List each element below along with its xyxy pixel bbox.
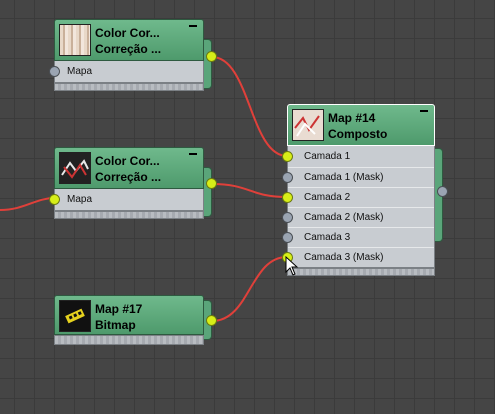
input-port[interactable] — [282, 151, 293, 162]
slot-label: Camada 3 — [304, 232, 351, 243]
composite-node[interactable]: Map #14 Composto Camada 1 Camada 1 (Mask… — [282, 104, 448, 278]
ribbon-texture-thumbnail — [59, 152, 91, 184]
slot-mapa[interactable]: Mapa — [49, 62, 203, 82]
slot-layer-3[interactable]: Camada 3 — [282, 227, 434, 247]
node-header[interactable]: Map #14 Composto — [287, 104, 435, 146]
wire-offscreen-to-cc2 — [0, 197, 56, 211]
output-tab — [204, 39, 212, 89]
input-port[interactable] — [282, 192, 293, 203]
node-footer — [54, 211, 204, 219]
node-slots: Camada 1 Camada 1 (Mask) Camada 2 Camada… — [282, 146, 435, 268]
node-subtitle: Bitmap — [95, 318, 136, 332]
node-footer — [287, 268, 435, 276]
input-port[interactable] — [282, 232, 293, 243]
input-port[interactable] — [282, 212, 293, 223]
input-port[interactable] — [49, 194, 60, 205]
slot-label: Camada 2 — [304, 192, 351, 203]
slot-label: Camada 1 — [304, 151, 351, 162]
slot-label: Mapa — [67, 194, 93, 205]
slot-label: Mapa — [67, 66, 93, 77]
node-title: Color Cor... — [95, 26, 160, 40]
node-header[interactable]: Color Cor... Correção ... — [54, 19, 204, 61]
slot-layer-2[interactable]: Camada 2 — [282, 187, 434, 207]
bitmap-node[interactable]: Map #17 Bitmap — [54, 295, 217, 347]
node-header[interactable]: Map #17 Bitmap — [54, 295, 204, 335]
node-title: Color Cor... — [95, 154, 160, 168]
slot-mapa[interactable]: Mapa — [49, 190, 203, 210]
node-header[interactable]: Color Cor... Correção ... — [54, 147, 204, 189]
output-tab — [204, 167, 212, 217]
output-port[interactable] — [206, 178, 217, 189]
minimize-icon[interactable] — [189, 25, 197, 27]
wire-cc1-to-layer1 — [211, 56, 288, 157]
node-subtitle: Correção ... — [95, 170, 162, 184]
node-title: Map #17 — [95, 302, 143, 316]
mouse-cursor-icon — [285, 256, 299, 276]
output-port[interactable] — [206, 51, 217, 62]
input-port[interactable] — [282, 172, 293, 183]
node-slots: Mapa — [49, 61, 204, 83]
slot-layer-2-mask[interactable]: Camada 2 (Mask) — [282, 207, 434, 227]
output-port[interactable] — [206, 315, 217, 326]
slot-layer-1[interactable]: Camada 1 — [282, 147, 434, 167]
slot-label: Camada 1 (Mask) — [304, 172, 384, 183]
input-port[interactable] — [49, 66, 60, 77]
color-correction-node-1[interactable]: Color Cor... Correção ... Mapa — [49, 19, 217, 95]
output-port[interactable] — [437, 186, 448, 197]
minimize-icon[interactable] — [189, 153, 197, 155]
slot-layer-3-mask[interactable]: Camada 3 (Mask) — [282, 247, 434, 267]
wood-texture-thumbnail — [59, 24, 91, 56]
slot-label: Camada 3 (Mask) — [304, 252, 384, 263]
slot-layer-1-mask[interactable]: Camada 1 (Mask) — [282, 167, 434, 187]
wire-bitmap-to-layer3mask — [211, 256, 288, 322]
node-subtitle: Composto — [328, 127, 388, 141]
slot-label: Camada 2 (Mask) — [304, 212, 384, 223]
node-subtitle: Correção ... — [95, 42, 162, 56]
node-title: Map #14 — [328, 111, 376, 125]
minimize-icon[interactable] — [420, 110, 428, 112]
wire-cc2-to-layer2 — [211, 183, 288, 198]
composite-texture-thumbnail — [292, 109, 324, 141]
bitmap-thumbnail — [59, 300, 91, 332]
node-slots: Mapa — [49, 189, 204, 211]
node-footer — [54, 335, 204, 345]
node-footer — [54, 83, 204, 91]
color-correction-node-2[interactable]: Color Cor... Correção ... Mapa — [49, 147, 217, 223]
